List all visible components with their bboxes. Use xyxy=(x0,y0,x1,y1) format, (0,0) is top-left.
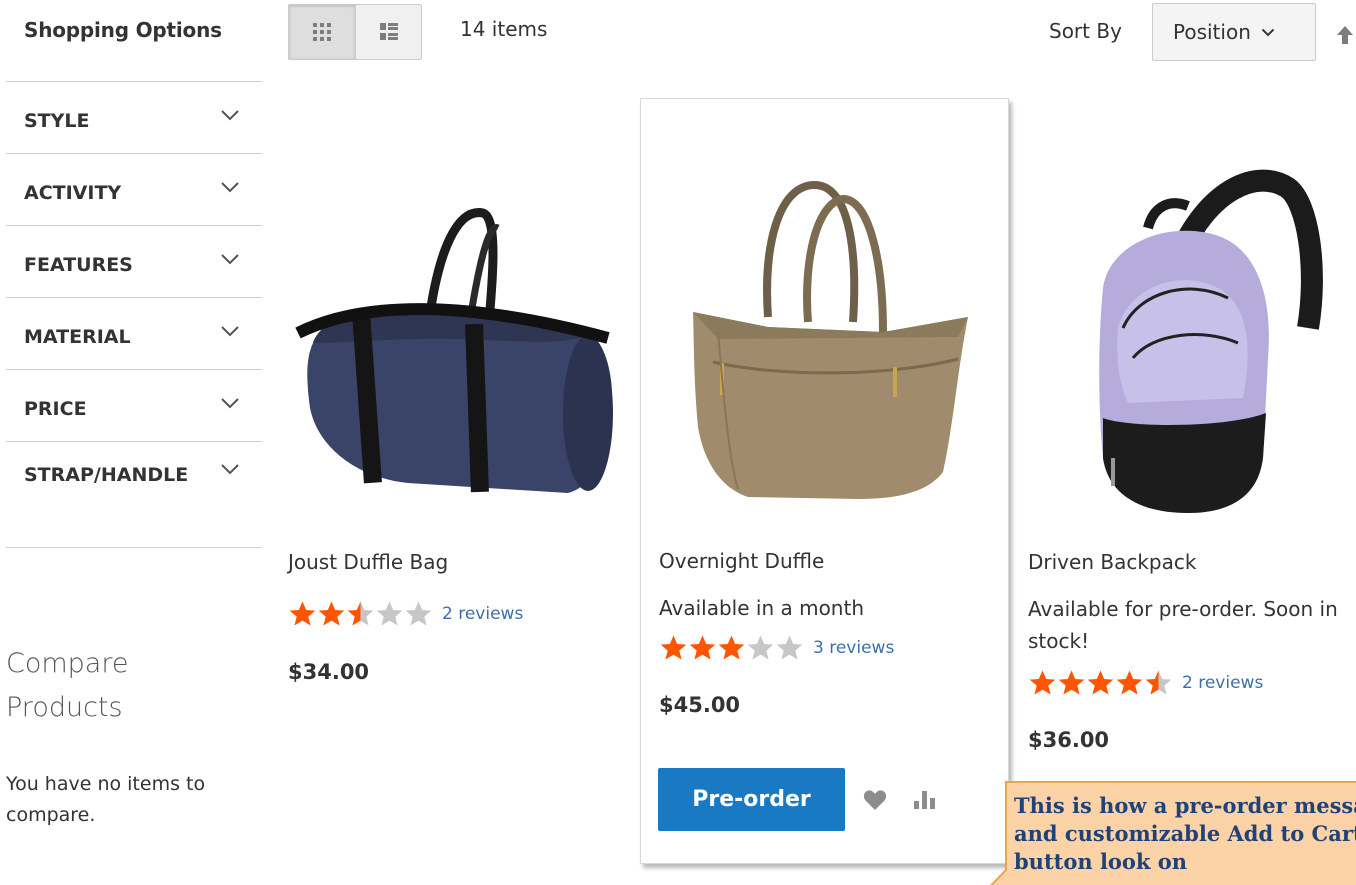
sort-by-select[interactable]: Position xyxy=(1152,3,1316,61)
preorder-note: Available for pre-order. Soon in stock! xyxy=(1028,597,1338,653)
star-icon xyxy=(1145,670,1172,695)
product-photo-overnight-duffle[interactable] xyxy=(658,127,998,527)
product-price: $36.00 xyxy=(1028,728,1110,752)
filter-activity[interactable]: ACTIVITY xyxy=(6,154,262,226)
chevron-down-icon xyxy=(221,326,239,337)
product-rating: 2 reviews xyxy=(288,600,523,627)
callout-annotation: This is how a pre-order message and cust… xyxy=(976,770,1356,885)
chevron-down-icon xyxy=(221,110,239,121)
list-view-button[interactable] xyxy=(355,5,421,59)
reviews-link[interactable]: 2 reviews xyxy=(1182,673,1263,693)
sort-by-label: Sort By xyxy=(1049,19,1122,43)
catalog-page: Shopping Options STYLE ACTIVITY FEATURES… xyxy=(0,0,1356,885)
filter-label: ACTIVITY xyxy=(24,182,122,204)
filter-strap-handle[interactable]: STRAP/HANDLE xyxy=(6,442,262,548)
compare-empty-message: You have no items to compare. xyxy=(6,773,206,826)
reviews-link[interactable]: 2 reviews xyxy=(442,604,523,624)
chevron-down-icon xyxy=(221,254,239,265)
shopping-options-title: Shopping Options xyxy=(24,18,222,42)
star-icon xyxy=(689,635,716,660)
filter-features[interactable]: FEATURES xyxy=(6,226,262,298)
star-icon xyxy=(718,635,745,660)
filter-list: STYLE ACTIVITY FEATURES MATERIAL PRICE S… xyxy=(6,81,262,548)
product-photo-duffle-bag[interactable] xyxy=(288,128,628,528)
star-icon xyxy=(1029,670,1056,695)
preorder-note: Available in a month xyxy=(659,596,864,620)
rating-stars xyxy=(1028,669,1173,696)
grid-icon xyxy=(313,23,331,41)
star-icon xyxy=(376,601,403,626)
reviews-link[interactable]: 3 reviews xyxy=(813,638,894,658)
list-icon xyxy=(379,23,398,40)
filter-material[interactable]: MATERIAL xyxy=(6,298,262,370)
filter-label: PRICE xyxy=(24,398,87,420)
rating-stars xyxy=(288,600,433,627)
filter-price[interactable]: PRICE xyxy=(6,370,262,442)
view-mode-switcher xyxy=(288,4,422,60)
product-price: $45.00 xyxy=(659,693,741,717)
product-rating: 3 reviews xyxy=(659,634,894,661)
filter-label: MATERIAL xyxy=(24,326,131,348)
chevron-down-icon xyxy=(221,398,239,409)
toolbar-item-count: 14 items xyxy=(460,17,548,41)
star-icon xyxy=(776,635,803,660)
filter-label: STRAP/HANDLE xyxy=(24,464,189,486)
product-price: $34.00 xyxy=(288,660,370,684)
compare-products-title: Compare Products xyxy=(6,648,129,723)
chevron-down-icon xyxy=(1261,28,1275,36)
heart-icon[interactable] xyxy=(863,789,887,811)
compare-icon[interactable] xyxy=(911,789,939,811)
star-icon xyxy=(1116,670,1143,695)
sort-by-value: Position xyxy=(1173,20,1251,44)
filter-style[interactable]: STYLE xyxy=(6,82,262,154)
grid-view-button[interactable] xyxy=(289,5,355,59)
arrow-up-icon[interactable] xyxy=(1334,24,1356,46)
star-icon xyxy=(660,635,687,660)
star-icon xyxy=(1058,670,1085,695)
filter-label: FEATURES xyxy=(24,254,133,276)
product-rating: 2 reviews xyxy=(1028,669,1263,696)
product-name[interactable]: Overnight Duffle xyxy=(659,549,824,573)
callout-text: This is how a pre-order message and cust… xyxy=(1014,793,1356,874)
filter-label: STYLE xyxy=(24,110,90,132)
product-item-hovered: Overnight Duffle Available in a month 3 … xyxy=(640,98,1009,864)
chevron-down-icon xyxy=(221,464,239,475)
product-photo-driven-backpack[interactable] xyxy=(1028,128,1356,528)
product-name[interactable]: Driven Backpack xyxy=(1028,550,1196,574)
rating-stars xyxy=(659,634,804,661)
star-icon xyxy=(289,601,316,626)
preorder-button[interactable]: Pre-order xyxy=(658,768,845,831)
star-icon xyxy=(405,601,432,626)
chevron-down-icon xyxy=(221,182,239,193)
product-name[interactable]: Joust Duffle Bag xyxy=(288,550,448,574)
star-icon xyxy=(1087,670,1114,695)
star-icon xyxy=(747,635,774,660)
star-icon xyxy=(347,601,374,626)
star-icon xyxy=(318,601,345,626)
